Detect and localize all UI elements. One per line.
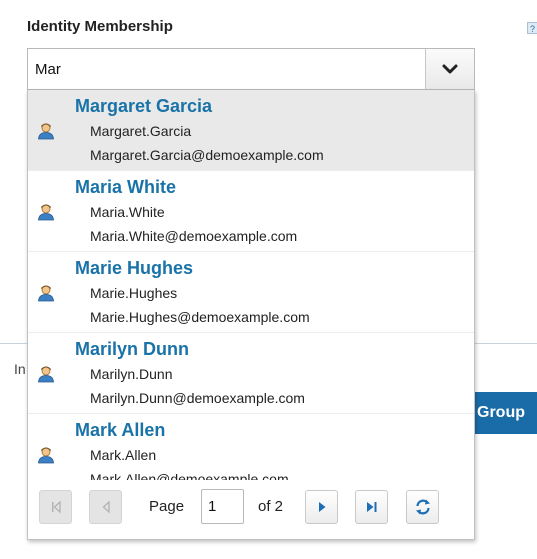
result-item[interactable]: Marilyn Dunn Marilyn.Dunn Marilyn.Dunn@dem… [28, 333, 474, 414]
result-email: Mark.Allen@demoexample.com [90, 471, 289, 480]
user-icon [38, 285, 54, 302]
dropdown-toggle-button[interactable] [425, 49, 474, 89]
result-item[interactable]: Maria White Maria.White Maria.White@demoex… [28, 171, 474, 252]
result-email: Maria.White@demoexample.com [90, 228, 298, 244]
result-item[interactable]: Mark Allen Mark.Allen Mark.Allen@demoexamp… [28, 414, 474, 480]
first-page-icon [51, 500, 61, 514]
result-email: Marilyn.Dunn@demoexample.com [90, 390, 305, 406]
result-email: Margaret.Garcia@demoexample.com [90, 147, 324, 163]
result-username: Mark.Allen [90, 447, 157, 463]
page-total-label: of 2 [258, 498, 284, 515]
partial-section-label: In [14, 361, 26, 377]
next-page-button[interactable] [305, 490, 338, 524]
result-username: Marie.Hughes [90, 285, 178, 301]
result-name: Margaret Garcia [75, 96, 213, 116]
identity-dropdown: Margaret Garcia Margaret.Garcia Margaret.G… [27, 90, 475, 540]
result-username: Margaret.Garcia [90, 123, 192, 139]
user-icon [38, 447, 54, 464]
result-name: Maria White [75, 177, 177, 197]
identity-search-input[interactable] [28, 49, 425, 89]
result-username: Maria.White [90, 204, 165, 220]
result-name: Mark Allen [75, 420, 166, 440]
first-page-button[interactable] [39, 490, 72, 524]
user-icon [38, 204, 54, 221]
page-label: Page [149, 498, 185, 515]
last-page-button[interactable] [355, 490, 388, 524]
result-list[interactable]: Margaret Garcia Margaret.Garcia Margaret.G… [28, 90, 474, 480]
page-number-input[interactable] [201, 489, 244, 524]
result-item[interactable]: Marie Hughes Marie.Hughes Marie.Hughes@dem… [28, 252, 474, 333]
last-page-icon [366, 502, 376, 512]
refresh-button[interactable] [406, 490, 439, 524]
previous-page-icon [102, 500, 110, 514]
user-icon [38, 366, 54, 383]
refresh-icon [415, 499, 430, 515]
result-item[interactable]: Margaret Garcia Margaret.Garcia Margaret.G… [28, 90, 474, 171]
user-icon [38, 123, 54, 140]
help-icon[interactable]: ? [527, 22, 537, 34]
chevron-down-icon [442, 64, 458, 74]
page-title: Identity Membership [27, 18, 173, 35]
previous-page-button[interactable] [89, 490, 122, 524]
result-name: Marilyn Dunn [75, 339, 190, 359]
next-page-icon [318, 502, 325, 512]
result-email: Marie.Hughes@demoexample.com [90, 309, 310, 325]
identity-combobox [27, 48, 475, 90]
pagination-bar: Page of 2 [28, 480, 474, 539]
result-username: Marilyn.Dunn [90, 366, 173, 382]
result-name: Marie Hughes [75, 258, 194, 278]
